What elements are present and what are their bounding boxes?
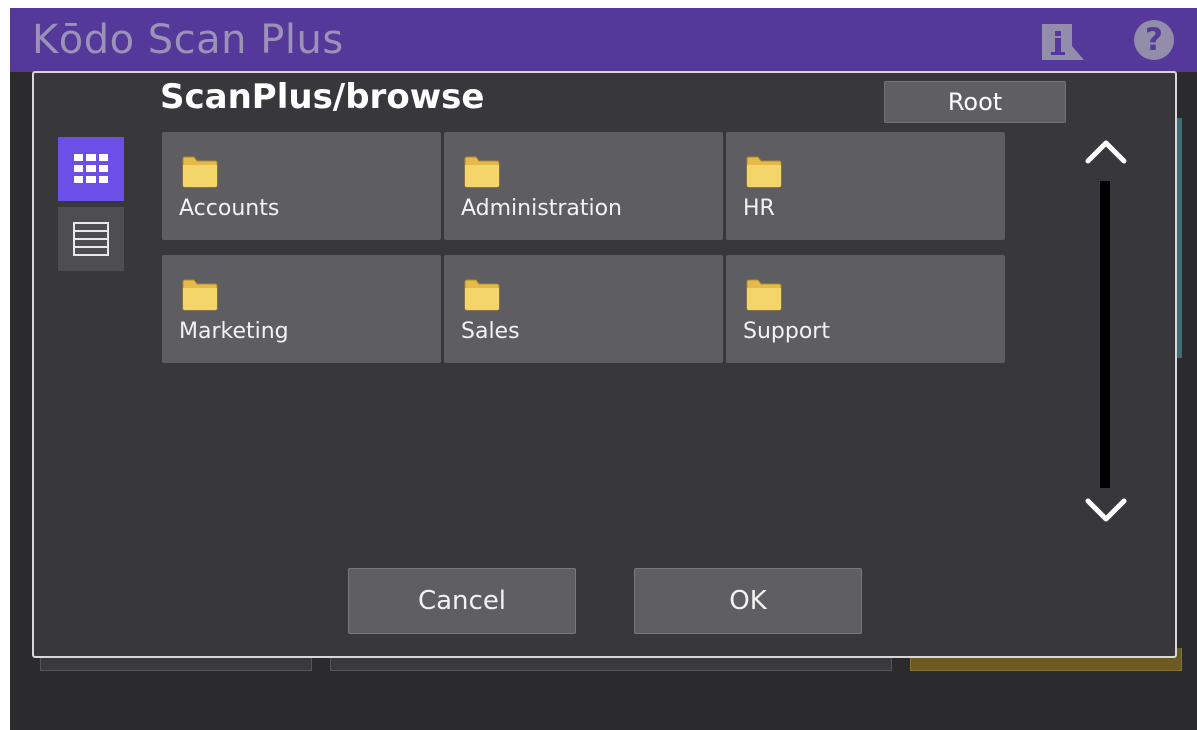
folder-label: Marketing	[179, 319, 289, 344]
info-button[interactable]	[1040, 22, 1098, 62]
folder-tile-sales[interactable]: Sales	[444, 255, 723, 363]
help-circle-icon: ?	[1145, 22, 1163, 58]
help-button[interactable]: ?	[1134, 20, 1174, 60]
folder-icon	[464, 156, 500, 188]
folder-label: Support	[743, 319, 830, 344]
chevron-up-icon	[1085, 140, 1127, 164]
folder-tile-accounts[interactable]: Accounts	[162, 132, 441, 240]
grid-view-icon	[74, 154, 108, 183]
scroll-up-button[interactable]	[1082, 133, 1130, 167]
folder-tile-marketing[interactable]: Marketing	[162, 255, 441, 363]
folder-icon	[746, 279, 782, 311]
folder-label: HR	[743, 196, 775, 221]
app-window: Kōdo Scan Plus ? ScanPlus/browse Root Ac…	[10, 8, 1197, 730]
list-view-button[interactable]	[58, 207, 124, 271]
app-title: Kōdo Scan Plus	[32, 17, 344, 63]
folder-label: Accounts	[179, 196, 280, 221]
grid-view-button[interactable]	[58, 137, 124, 201]
folder-grid: Accounts Administration HR Marketing Sal…	[162, 132, 1010, 363]
folder-label: Administration	[461, 196, 622, 221]
folder-icon	[182, 156, 218, 188]
browse-dialog: ScanPlus/browse Root Accounts Administra…	[32, 71, 1177, 658]
folder-path-title: ScanPlus/browse	[160, 77, 485, 117]
folder-tile-administration[interactable]: Administration	[444, 132, 723, 240]
folder-icon	[182, 279, 218, 311]
title-bar: Kōdo Scan Plus ?	[10, 8, 1197, 72]
list-view-icon	[73, 222, 109, 256]
folder-tile-support[interactable]: Support	[726, 255, 1005, 363]
folder-icon	[464, 279, 500, 311]
scrollbar-track[interactable]	[1100, 181, 1110, 488]
scroll-down-button[interactable]	[1082, 493, 1130, 527]
info-document-icon	[1042, 24, 1084, 60]
chevron-down-icon	[1085, 498, 1127, 522]
folder-icon	[746, 156, 782, 188]
folder-tile-hr[interactable]: HR	[726, 132, 1005, 240]
root-button[interactable]: Root	[884, 81, 1066, 123]
ok-button[interactable]: OK	[634, 568, 862, 634]
folder-label: Sales	[461, 319, 520, 344]
cancel-button[interactable]: Cancel	[348, 568, 576, 634]
